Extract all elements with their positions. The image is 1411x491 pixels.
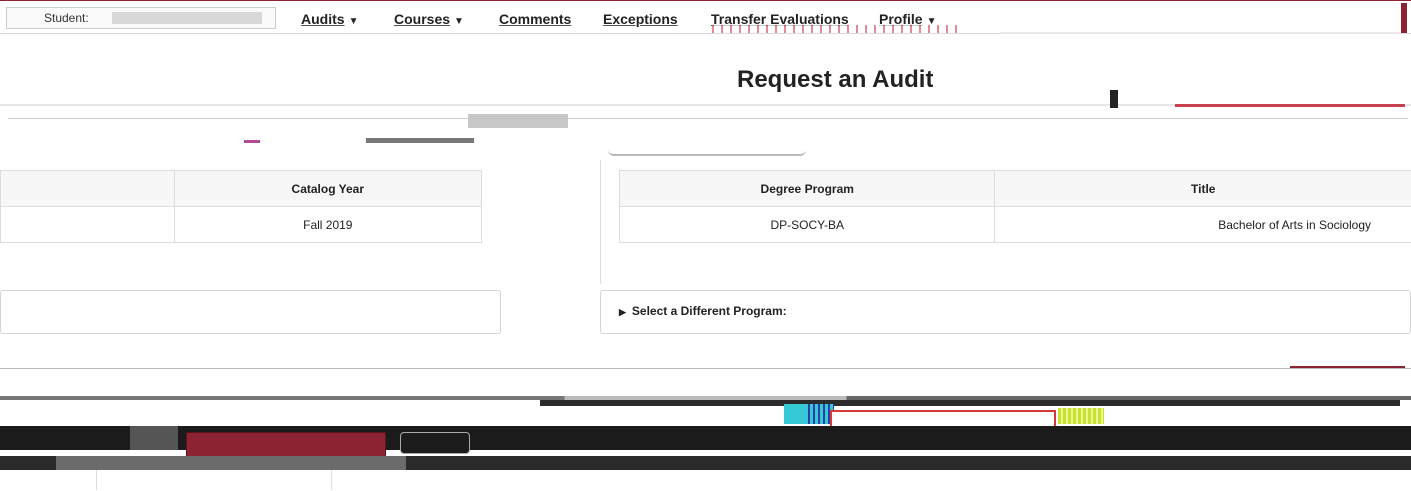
left-collapsible-box[interactable] <box>0 290 501 334</box>
table-header-cell <box>0 170 175 207</box>
catalog-panel: Catalog Year Fall 2019 <box>0 170 483 244</box>
footer-band <box>540 400 1400 406</box>
nav-courses-label: Courses <box>394 11 451 27</box>
student-name-redacted <box>112 12 262 24</box>
program-title-value: Bachelor of Arts in Sociology <box>994 206 1411 243</box>
nav-comments[interactable]: Comments <box>499 11 571 27</box>
select-program-row: ▶ Select a Different Program: <box>619 304 787 318</box>
nav-audits[interactable]: Audits ▼ <box>301 11 358 27</box>
artifact-outline <box>830 410 1056 426</box>
footer-box <box>96 470 332 490</box>
table-header-catalog-year: Catalog Year <box>173 170 483 207</box>
nav-audits-label: Audits <box>301 11 345 27</box>
select-program-toggle[interactable]: ▶ Select a Different Program: <box>600 290 1411 334</box>
nav-courses[interactable]: Courses ▼ <box>394 11 464 27</box>
select-program-label: Select a Different Program: <box>631 304 787 318</box>
table-row[interactable]: DP-SOCY-BA Bachelor of Arts in Sociology <box>618 206 1411 243</box>
section-divider <box>0 368 1411 369</box>
subheader-mark <box>244 140 260 143</box>
table-cell <box>0 206 175 243</box>
student-label: Student: <box>44 11 89 25</box>
footer-block <box>130 426 178 450</box>
catalog-year-value: Fall 2019 <box>173 206 483 243</box>
program-table: Degree Program Title DP-SOCY-BA Bachelor… <box>618 170 1411 243</box>
divider-accent <box>1290 366 1405 368</box>
subheader-bar <box>468 114 568 128</box>
nav-divider <box>1000 32 1400 34</box>
secondary-button[interactable] <box>400 432 470 454</box>
run-audit-button[interactable] <box>186 432 386 458</box>
nav-decoration <box>712 25 962 33</box>
caret-down-icon: ▼ <box>454 16 464 27</box>
footer-block <box>56 456 406 470</box>
caret-right-icon: ▶ <box>619 307 626 317</box>
page-title: Request an Audit <box>737 66 934 93</box>
top-navigation-bar: Student: Audits ▼ Courses ▼ Comments Excep… <box>0 0 1411 34</box>
program-panel: Degree Program Title DP-SOCY-BA Bachelor… <box>600 160 1411 284</box>
table-header-title: Title <box>994 170 1411 207</box>
caret-down-icon: ▼ <box>348 16 359 27</box>
nav-exceptions[interactable]: Exceptions <box>603 11 678 27</box>
degree-program-value: DP-SOCY-BA <box>618 206 996 243</box>
header-accent-line <box>1175 104 1405 107</box>
table-row: Fall 2019 <box>0 206 483 243</box>
catalog-table: Catalog Year Fall 2019 <box>0 170 483 243</box>
subheader-tab[interactable] <box>608 146 806 156</box>
artifact-block <box>1058 408 1104 424</box>
nav-edge-marker <box>1401 3 1407 33</box>
subheader-underline <box>366 138 474 143</box>
table-header-degree-program: Degree Program <box>618 170 996 207</box>
header-marker <box>1110 90 1118 108</box>
subheader-rule <box>8 118 1408 119</box>
